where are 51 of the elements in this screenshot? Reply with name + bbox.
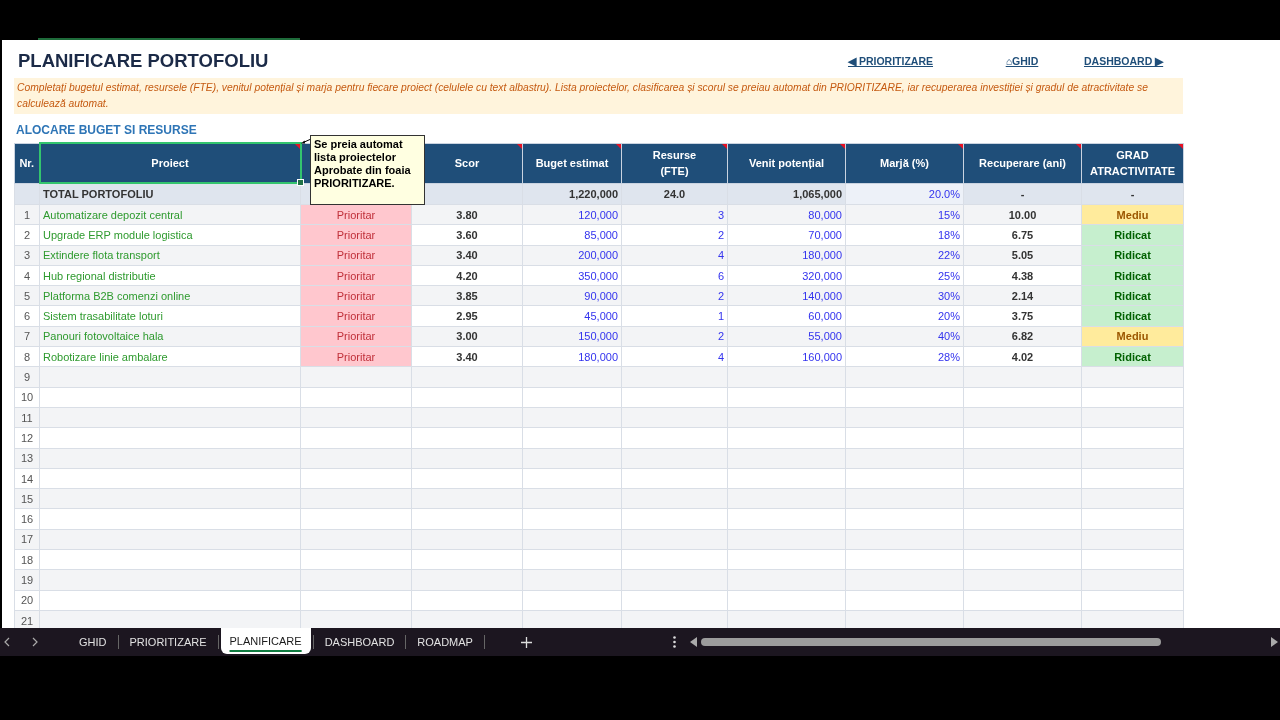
nav-link[interactable]: ⌂GHID — [1002, 55, 1042, 67]
row-number: 13 — [14, 448, 40, 469]
column-title: Resurse (FTE) — [652, 148, 697, 179]
row-number: 12 — [14, 427, 40, 449]
callout-arrow-icon — [301, 138, 311, 144]
row-number: 9 — [14, 366, 40, 388]
comment-indicator-icon — [1178, 143, 1183, 149]
row-number: 7 — [14, 326, 40, 347]
column-title: Nr. — [19, 156, 35, 171]
row-number: 17 — [14, 529, 40, 550]
row-number: 14 — [14, 468, 40, 489]
row-number: 11 — [14, 407, 40, 428]
row-number: 18 — [14, 549, 40, 570]
column-title: GRAD ATRACTIVITATE — [1090, 148, 1175, 179]
column-title: Scor — [454, 156, 480, 171]
instructions-text: Completați bugetul estimat, resursele (FTE), venitul potențial și marja pentru fiecare proiect (celulele cu text albastru). Lista proiectelor, clasificarea și scorul se preiau automat din PRIORITIZARE, iar recuperarea investiției și gradul de atractivitate se calculează automat. — [14, 78, 1183, 114]
row-number: 19 — [14, 569, 40, 591]
row-number: 4 — [14, 265, 40, 286]
row-number: 1 — [14, 204, 40, 225]
row-number: 16 — [14, 508, 40, 530]
row-number: 20 — [14, 590, 40, 611]
nav-link[interactable]: ◀ PRIORITIZARE — [845, 55, 936, 67]
chevron-left-icon[interactable] — [4, 637, 10, 647]
row-number: 10 — [14, 387, 40, 408]
sheet-tab[interactable]: DASHBOARD — [315, 629, 404, 654]
chevron-right-icon[interactable] — [32, 637, 38, 647]
sheet-tab[interactable]: PRIORITIZARE — [120, 629, 216, 654]
row-number: 15 — [14, 488, 40, 509]
more-options-icon[interactable] — [673, 636, 676, 648]
section-title: ALOCARE BUGET SI RESURSE — [16, 122, 197, 138]
row-number: 5 — [14, 285, 40, 306]
row-number: 8 — [14, 346, 40, 367]
scroll-right-icon[interactable] — [1271, 637, 1278, 647]
row-number: 6 — [14, 306, 40, 327]
row-number: 3 — [14, 245, 40, 266]
sheet-title: PLANIFICARE PORTOFOLIU — [17, 50, 269, 72]
column-title: Venit potențial — [748, 156, 825, 171]
column-title: Proiect — [151, 156, 189, 171]
plus-icon[interactable] — [520, 636, 532, 648]
total-cell: TOTAL PORTOFOLIU — [39, 183, 301, 205]
fill-handle-icon[interactable] — [296, 179, 304, 186]
row-number: 2 — [14, 224, 40, 246]
nav-link[interactable]: DASHBOARD ▶ — [1081, 55, 1167, 67]
column-title: Buget estimat — [535, 156, 609, 171]
sheet-tab[interactable]: GHID — [70, 629, 116, 654]
sheet-tab[interactable]: PLANIFICARE — [220, 628, 311, 654]
column-title: Marjă (%) — [880, 156, 929, 171]
scroll-left-icon[interactable] — [690, 637, 697, 647]
column-title: Recuperare (ani) — [979, 156, 1066, 171]
sheet-tab[interactable]: ROADMAP — [408, 629, 482, 654]
scrollbar-thumb[interactable] — [701, 638, 1161, 646]
